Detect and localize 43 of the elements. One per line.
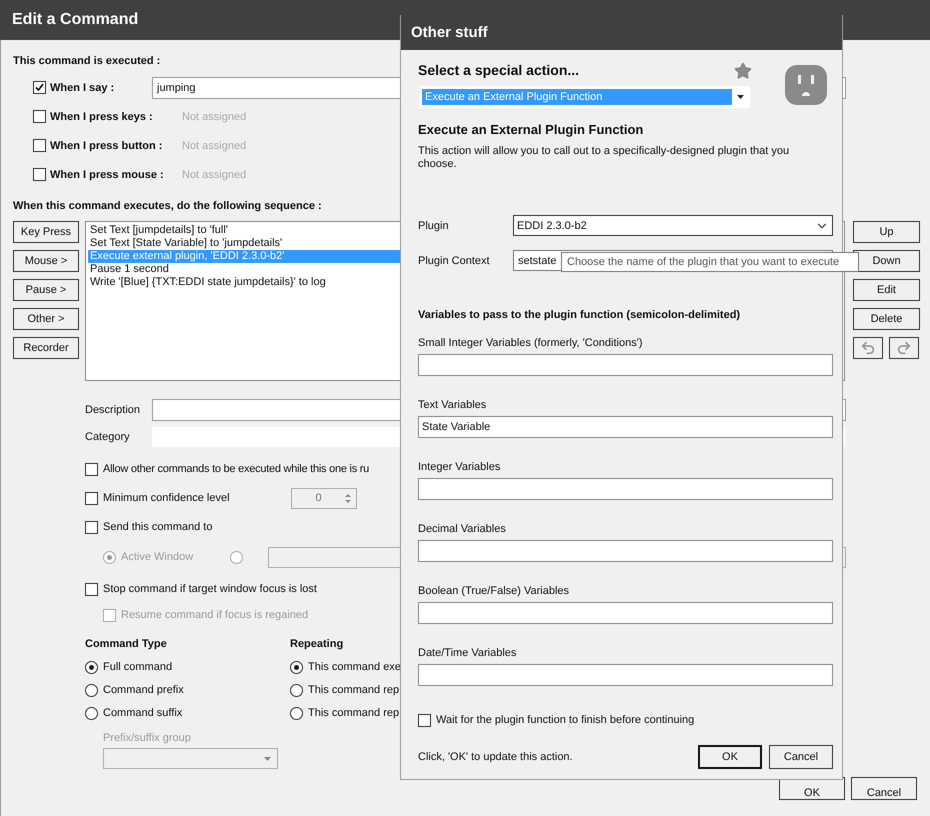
option-label: Resume command if focus is regained <box>121 609 308 621</box>
radio-label: This command rep <box>308 707 400 719</box>
section-heading: Select a special action... <box>418 62 580 78</box>
field-label: Category <box>85 431 131 443</box>
field-label: Plugin <box>418 220 450 232</box>
field-label: Decimal Variables <box>418 523 506 535</box>
field-label: Boolean (True/False) Variables <box>418 585 570 597</box>
radio-label: Full command <box>103 661 172 673</box>
section-title: Execute an External Plugin Function <box>418 122 644 137</box>
field-label: Small Integer Variables (formerly, 'Conditions') <box>418 337 642 349</box>
not-assigned-text: Not assigned <box>182 168 246 180</box>
radio-label: This command exe <box>308 661 401 673</box>
not-assigned-text: Not assigned <box>182 140 246 152</box>
field-label: Plugin Context <box>418 254 491 266</box>
option-label: Wait for the plugin function to finish before continuing <box>436 714 694 726</box>
field-label: Prefix/suffix group <box>103 732 191 744</box>
option-label: Send this command to <box>103 521 212 533</box>
field-label: Date/Time Variables <box>418 647 516 659</box>
option-label: Stop command if target window focus is lost <box>103 583 317 595</box>
section-heading: This command is executed : <box>13 54 160 68</box>
field-label: Integer Variables <box>418 461 500 473</box>
section-heading: Variables to pass to the plugin function (semicolon-delimited) <box>418 309 740 321</box>
description-text: This action will allow you to call out to a specifically-designed plugin that you choose. <box>418 145 790 171</box>
option-label: Allow other commands to be executed while this one is ru <box>103 463 370 475</box>
trigger-label: When I press keys : <box>50 110 153 122</box>
not-assigned-text: Not assigned <box>182 110 246 122</box>
radio-label: Active Window <box>121 551 194 563</box>
radio-label: Command suffix <box>103 707 182 719</box>
hint-text: Click, 'OK' to update this action. <box>418 751 573 763</box>
group-heading: Repeating <box>290 637 344 651</box>
dialog-title: Other stuff <box>411 24 488 41</box>
trigger-label: When I press mouse : <box>50 168 164 180</box>
radio-label: Command prefix <box>103 684 184 696</box>
field-label: Text Variables <box>418 399 486 411</box>
section-heading: When this command executes, do the following sequence : <box>13 199 322 213</box>
radio-label: This command rep <box>308 684 400 696</box>
trigger-label: When I press button : <box>50 140 162 152</box>
group-heading: Command Type <box>85 637 167 651</box>
option-label: Minimum confidence level <box>103 492 230 504</box>
tooltip: Choose the name of the plugin that you want to execute <box>561 252 859 272</box>
trigger-label: When I say : <box>50 82 114 94</box>
field-label: Description <box>85 404 142 416</box>
window-title: Edit a Command <box>12 11 138 29</box>
